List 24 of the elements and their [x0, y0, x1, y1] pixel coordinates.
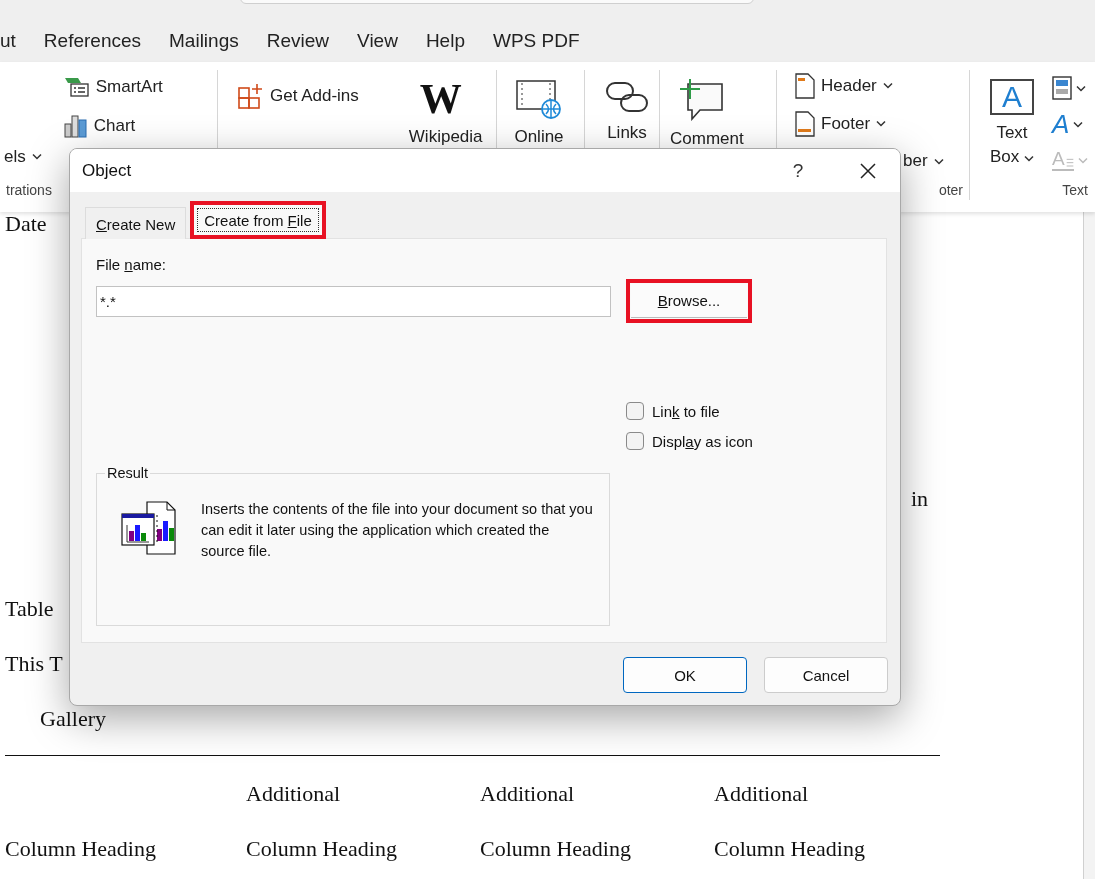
dialog-title: Object [82, 160, 133, 181]
document-text: Additional [714, 780, 810, 808]
document-text: Additional [480, 780, 576, 808]
document-text: Additional [246, 780, 342, 808]
wordart-icon: A [1052, 110, 1070, 138]
document-text: Date [5, 212, 47, 236]
checkbox-label: Link to file [652, 402, 720, 420]
document-text: Gallery [40, 705, 106, 731]
result-description: Inserts the contents of the file into your document so that you can edit it later using the application which created the source file. [201, 500, 593, 561]
checkbox-label: Display as icon [652, 432, 753, 450]
document-text: Column Heading [246, 835, 398, 863]
document-text: Table [5, 595, 54, 621]
document-text: Column Heading [480, 835, 632, 863]
document-text: in [911, 485, 929, 511]
logo-icon: W [419, 79, 462, 119]
document-text: Column Heading [5, 835, 157, 863]
text-box-icon: A [990, 79, 1034, 115]
group-label: oter [938, 182, 963, 198]
document-text: This T [5, 650, 63, 676]
group-label: trations [6, 182, 52, 198]
document-text: Column Heading [714, 835, 866, 863]
field-label: File name: [96, 256, 168, 273]
group-label: Text [1062, 182, 1088, 198]
group-label: Result [106, 465, 150, 481]
